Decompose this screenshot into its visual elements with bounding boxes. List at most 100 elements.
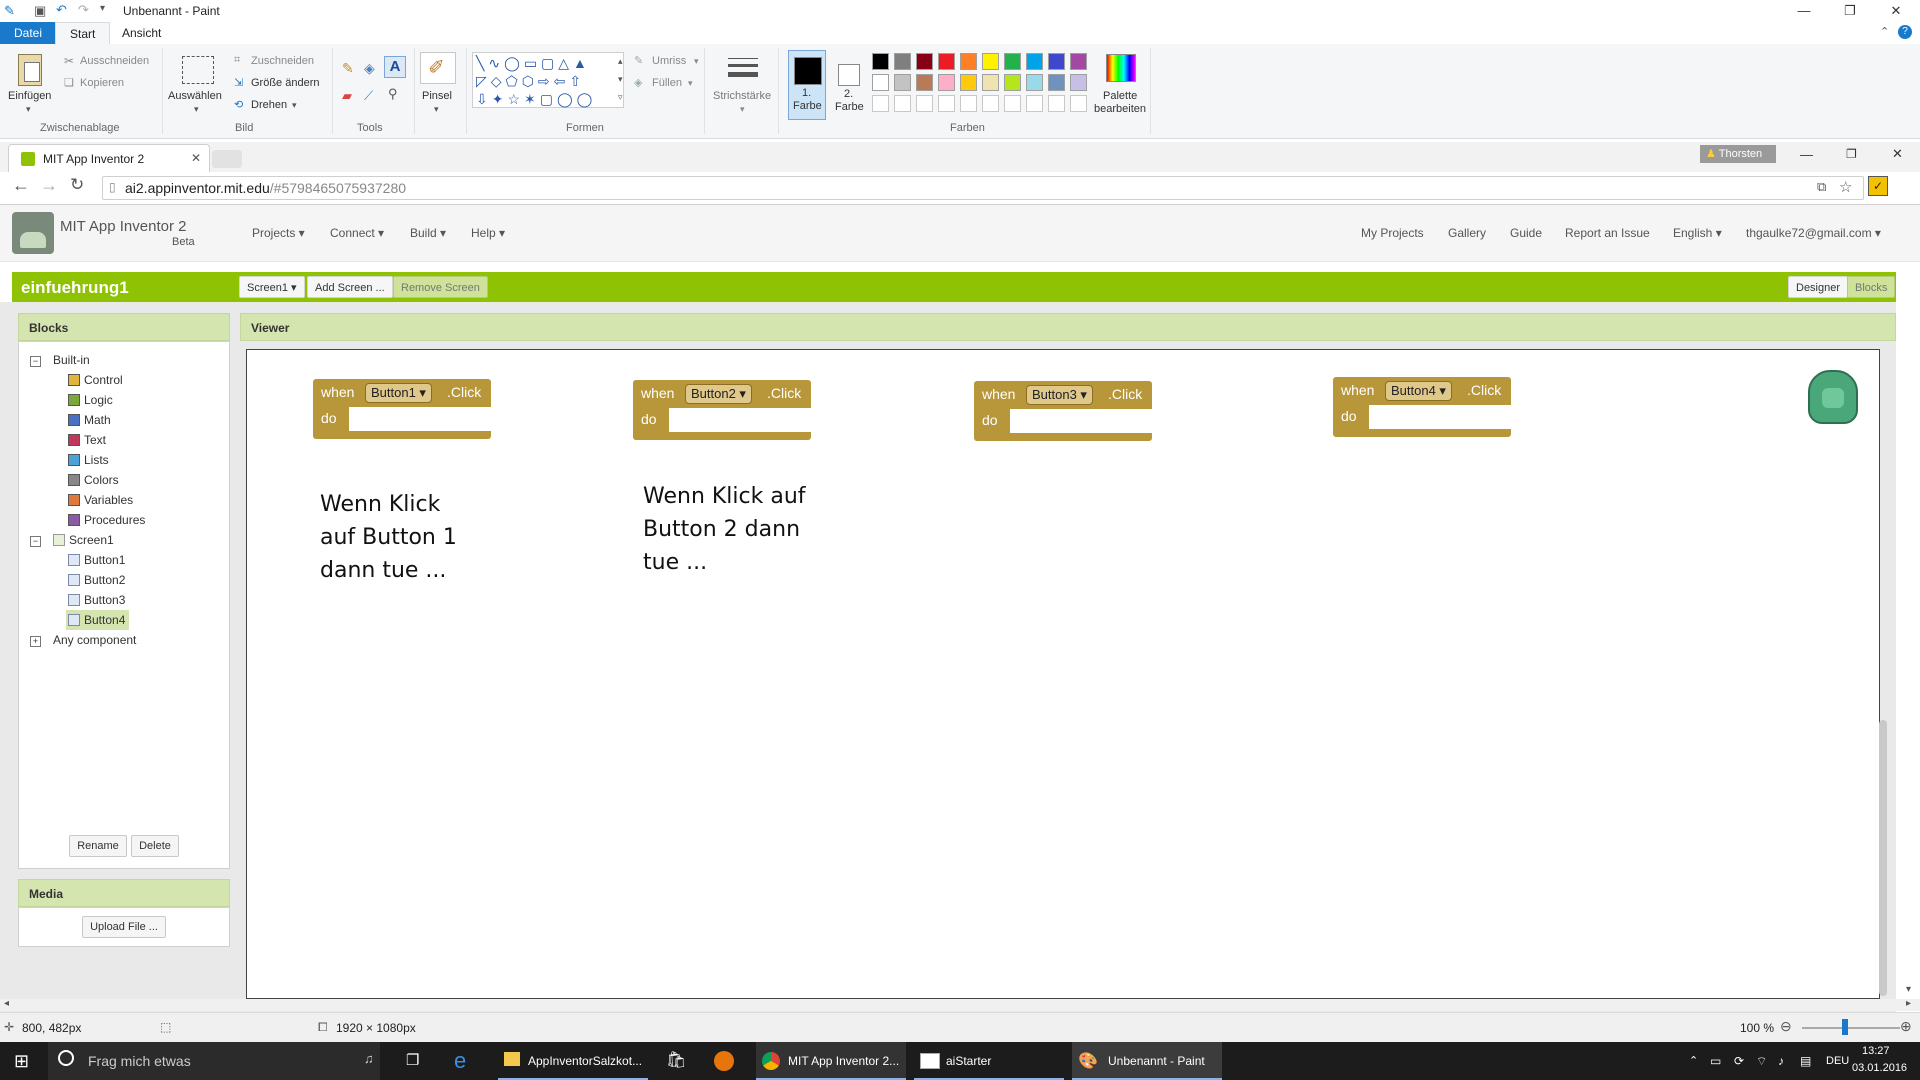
- browser-minimize-icon[interactable]: —: [1800, 147, 1813, 162]
- collapse-icon[interactable]: −: [30, 356, 41, 367]
- palette-swatch[interactable]: [960, 74, 977, 91]
- stroke-dropdown-icon[interactable]: ▾: [740, 104, 745, 115]
- fill-button[interactable]: Füllen: [652, 77, 682, 89]
- taskbar-app-aistarter[interactable]: aiStarter: [914, 1042, 1064, 1080]
- shapes-more-icon[interactable]: ▿: [618, 92, 623, 103]
- blocks-button[interactable]: Blocks: [1847, 276, 1896, 298]
- paste-button[interactable]: [12, 52, 48, 88]
- extension-icon[interactable]: ✓: [1868, 176, 1888, 196]
- browser-restore-icon[interactable]: ❐: [1846, 147, 1857, 161]
- tree-category-lists[interactable]: Lists: [28, 450, 224, 470]
- vertical-scrollbar[interactable]: [1879, 720, 1887, 996]
- taskbar-app-paint[interactable]: 🎨 Unbenannt - Paint: [1072, 1042, 1222, 1080]
- palette-swatch[interactable]: [1048, 74, 1065, 91]
- crop-button[interactable]: Zuschneiden: [251, 55, 314, 67]
- color-picker-icon[interactable]: ⟋: [364, 88, 373, 104]
- tree-builtin[interactable]: − Built-in: [28, 350, 224, 370]
- undo-icon[interactable]: ↶: [56, 2, 67, 18]
- tree-category-control[interactable]: Control: [28, 370, 224, 390]
- palette-swatch[interactable]: [938, 74, 955, 91]
- menu-account[interactable]: thgaulke72@gmail.com ▾: [1746, 226, 1881, 240]
- menu-language[interactable]: English ▾: [1673, 226, 1722, 240]
- collapse-ribbon-icon[interactable]: ⌃: [1880, 25, 1889, 38]
- maximize-icon[interactable]: ❐: [1827, 0, 1873, 22]
- brush-label[interactable]: Pinsel: [422, 90, 452, 102]
- palette-swatch-empty[interactable]: [872, 95, 889, 112]
- delete-button[interactable]: Delete: [131, 835, 179, 857]
- edge-icon[interactable]: e: [454, 1042, 466, 1080]
- menu-help[interactable]: Help ▾: [471, 226, 505, 240]
- fill-bucket-icon[interactable]: ◈: [364, 60, 375, 77]
- translate-icon[interactable]: ⧉: [1817, 179, 1826, 195]
- eraser-icon[interactable]: ▰: [342, 88, 352, 104]
- designer-button[interactable]: Designer: [1788, 276, 1849, 298]
- tree-category-colors[interactable]: Colors: [28, 470, 224, 490]
- outline-dropdown-icon[interactable]: ▾: [694, 56, 699, 67]
- fill-dropdown-icon[interactable]: ▾: [688, 78, 693, 89]
- palette-swatch-empty[interactable]: [916, 95, 933, 112]
- block-do-slot[interactable]: [1369, 405, 1511, 429]
- magnifier-icon[interactable]: ⚲: [388, 86, 398, 102]
- palette-swatch[interactable]: [982, 53, 999, 70]
- forward-icon[interactable]: →: [40, 175, 58, 196]
- palette-swatch[interactable]: [872, 74, 889, 91]
- clock-date[interactable]: 03.01.2016: [1852, 1062, 1907, 1074]
- menu-connect[interactable]: Connect ▾: [330, 226, 384, 240]
- stroke-width-label[interactable]: Strichstärke: [713, 90, 771, 102]
- add-screen-button[interactable]: Add Screen ...: [307, 276, 393, 298]
- store-icon[interactable]: 🛍: [666, 1042, 686, 1080]
- menu-build[interactable]: Build ▾: [410, 226, 446, 240]
- appinventor-logo-icon[interactable]: [12, 212, 54, 254]
- menu-gallery[interactable]: Gallery: [1448, 226, 1486, 240]
- palette-swatch[interactable]: [916, 53, 933, 70]
- tray-notification-icon[interactable]: ▤: [1800, 1042, 1811, 1080]
- text-tool-icon[interactable]: A: [384, 56, 406, 78]
- shapes-gallery[interactable]: ╲∿◯▭▢△▲ ◸◇⬠⬡⇨⇦⇧ ⇩✦☆✶▢◯◯: [472, 52, 624, 108]
- menu-guide[interactable]: Guide: [1510, 226, 1542, 240]
- paste-dropdown-icon[interactable]: ▾: [26, 104, 31, 115]
- profile-badge[interactable]: ♟ Thorsten: [1700, 145, 1776, 163]
- brush-button[interactable]: ✐: [420, 52, 456, 84]
- block-do-slot[interactable]: [1010, 409, 1152, 433]
- tray-device-icon[interactable]: ▭: [1710, 1042, 1721, 1080]
- tree-component-button1[interactable]: Button1: [28, 550, 224, 570]
- clock-time[interactable]: 13:27: [1862, 1045, 1890, 1057]
- event-block-button2-click[interactable]: when Button2 ▾ .Click do: [633, 380, 811, 440]
- palette-swatch[interactable]: [1048, 53, 1065, 70]
- zoom-in-icon[interactable]: ⊕: [1900, 1018, 1912, 1035]
- tree-component-button3[interactable]: Button3: [28, 590, 224, 610]
- block-do-slot[interactable]: [669, 408, 811, 432]
- tree-category-procedures[interactable]: Procedures: [28, 510, 224, 530]
- palette-swatch[interactable]: [1026, 53, 1043, 70]
- event-block-button3-click[interactable]: when Button3 ▾ .Click do: [974, 381, 1152, 441]
- reload-icon[interactable]: ↻: [70, 175, 84, 195]
- pencil-icon[interactable]: ✎: [342, 60, 354, 77]
- tree-category-text[interactable]: Text: [28, 430, 224, 450]
- expand-icon[interactable]: +: [30, 636, 41, 647]
- palette-swatch[interactable]: [1026, 74, 1043, 91]
- tray-volume-icon[interactable]: ♪: [1778, 1042, 1784, 1080]
- tree-component-button4[interactable]: Button4: [66, 610, 130, 630]
- rotate-button[interactable]: Drehen: [251, 99, 287, 111]
- menu-my-projects[interactable]: My Projects: [1361, 226, 1424, 240]
- back-icon[interactable]: ←: [12, 175, 30, 196]
- palette-swatch-empty[interactable]: [1070, 95, 1087, 112]
- palette-swatch-empty[interactable]: [938, 95, 955, 112]
- palette-swatch[interactable]: [1070, 53, 1087, 70]
- scroll-left-icon[interactable]: ◂: [4, 998, 9, 1009]
- select-dropdown-icon[interactable]: ▾: [194, 104, 199, 115]
- palette-swatch[interactable]: [1070, 74, 1087, 91]
- event-block-button4-click[interactable]: when Button4 ▾ .Click do: [1333, 377, 1511, 437]
- redo-icon[interactable]: ↷: [78, 2, 89, 18]
- backpack-icon[interactable]: [1808, 370, 1858, 424]
- menu-report-issue[interactable]: Report an Issue: [1565, 226, 1650, 240]
- browser-tab[interactable]: MIT App Inventor 2 ✕: [8, 144, 210, 173]
- tree-category-logic[interactable]: Logic: [28, 390, 224, 410]
- component-dropdown[interactable]: Button4 ▾: [1385, 381, 1452, 401]
- firefox-icon[interactable]: [714, 1051, 734, 1071]
- zoom-out-icon[interactable]: ⊖: [1780, 1018, 1792, 1035]
- search-box[interactable]: Frag mich etwas ♫: [48, 1042, 380, 1080]
- edit-colors-line2[interactable]: bearbeiten: [1094, 103, 1146, 115]
- scroll-right-icon[interactable]: ▸: [1906, 998, 1911, 1009]
- tree-category-math[interactable]: Math: [28, 410, 224, 430]
